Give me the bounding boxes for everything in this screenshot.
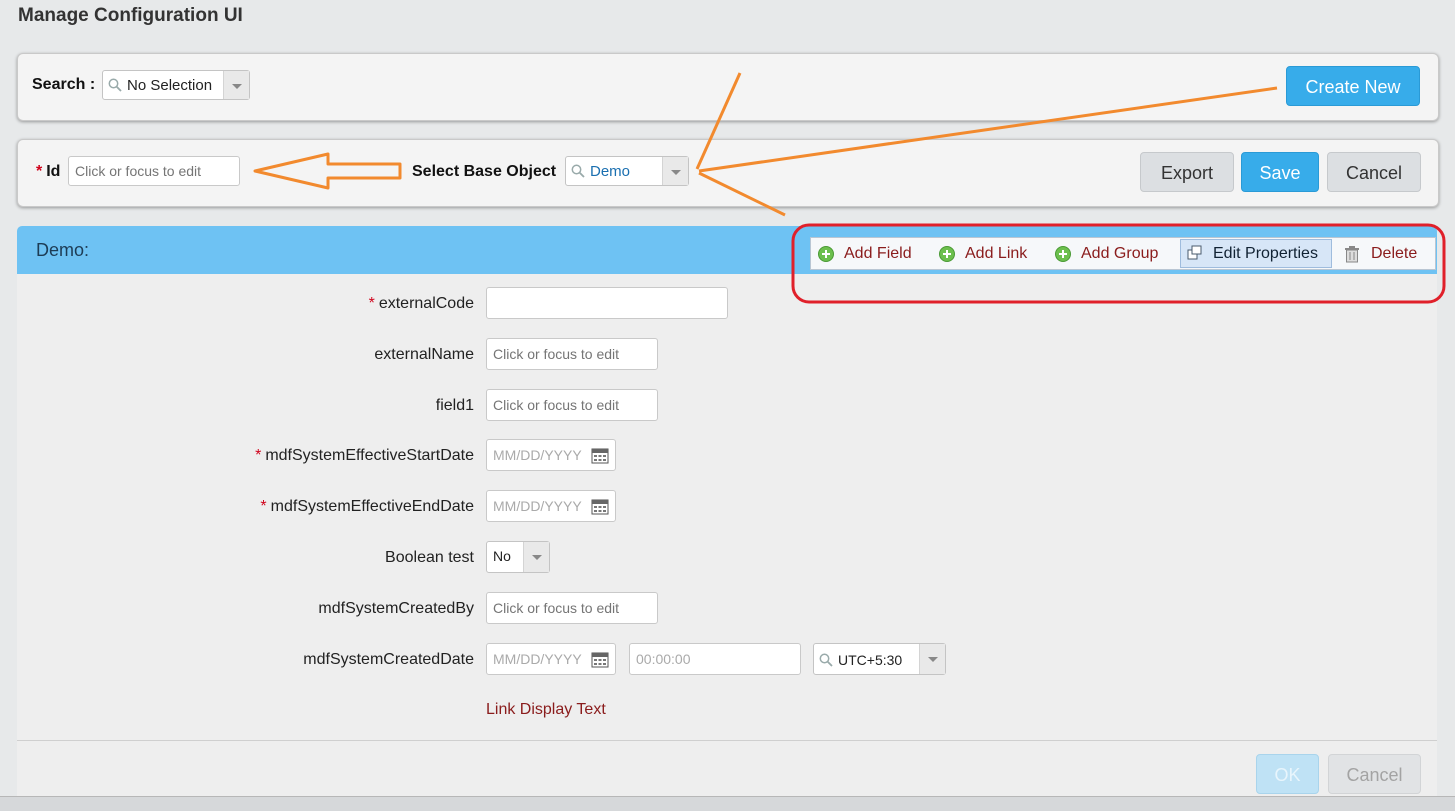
calendar-icon[interactable] — [591, 650, 609, 668]
search-panel: Search : No Selection Create New — [17, 53, 1439, 121]
created-date-input[interactable]: MM/DD/YYYY — [486, 643, 616, 675]
timezone-combobox[interactable]: UTC+5:30 — [813, 643, 946, 675]
start-date-label: * mdfSystemEffectiveStartDate — [255, 447, 474, 464]
externalcode-input[interactable] — [486, 287, 728, 319]
export-button[interactable]: Export — [1140, 152, 1234, 192]
chevron-down-icon[interactable] — [223, 71, 249, 99]
boolean-test-select[interactable]: No — [486, 541, 550, 573]
save-button[interactable]: Save — [1241, 152, 1319, 192]
cancel-button[interactable]: Cancel — [1327, 152, 1421, 192]
footer-divider — [17, 740, 1437, 741]
add-group-button[interactable]: Add Group — [1055, 238, 1170, 269]
externalname-label: externalName — [374, 346, 474, 363]
edit-properties-icon — [1187, 245, 1202, 260]
add-icon — [818, 246, 834, 262]
id-input[interactable] — [68, 156, 240, 186]
field1-input[interactable] — [486, 389, 658, 421]
created-by-input[interactable] — [486, 592, 658, 624]
demo-title: Demo: — [36, 240, 90, 260]
externalcode-label: * externalCode — [368, 295, 474, 312]
trash-icon — [1345, 246, 1359, 263]
timezone-value: UTC+5:30 — [838, 652, 903, 668]
id-label: * Id — [36, 163, 61, 180]
boolean-test-label: Boolean test — [385, 549, 474, 566]
chevron-down-icon[interactable] — [662, 157, 688, 185]
create-new-button[interactable]: Create New — [1286, 66, 1420, 106]
add-icon — [939, 246, 955, 262]
externalname-input[interactable] — [486, 338, 658, 370]
delete-button[interactable]: Delete — [1343, 238, 1433, 269]
search-icon — [108, 78, 122, 92]
base-object-label: Select Base Object — [412, 163, 557, 180]
search-combobox[interactable]: No Selection — [102, 70, 250, 100]
footer-cancel-button[interactable]: Cancel — [1328, 754, 1421, 794]
end-date-input[interactable]: MM/DD/YYYY — [486, 490, 616, 522]
field1-label: field1 — [435, 397, 474, 414]
add-icon — [1055, 246, 1071, 262]
created-date-label: mdfSystemCreatedDate — [303, 651, 474, 668]
search-value: No Selection — [127, 77, 213, 94]
bottom-scroll-strip — [0, 796, 1455, 811]
object-panel: *Id Select Base Object Demo Export Save … — [17, 139, 1439, 207]
calendar-icon[interactable] — [591, 446, 609, 464]
base-object-value: Demo — [590, 163, 631, 180]
demo-toolbar: Add Field Add Link Add Group Edit Proper… — [810, 237, 1436, 270]
chevron-down-icon[interactable] — [523, 542, 549, 572]
add-link-button[interactable]: Add Link — [939, 238, 1039, 269]
add-field-button[interactable]: Add Field — [818, 238, 928, 269]
created-by-label: mdfSystemCreatedBy — [318, 600, 474, 617]
search-label: Search : — [32, 76, 96, 93]
end-date-label: * mdfSystemEffectiveEndDate — [260, 498, 474, 515]
ok-button[interactable]: OK — [1256, 754, 1319, 794]
page-title: Manage Configuration UI — [18, 5, 243, 26]
boolean-test-value: No — [493, 548, 511, 564]
created-time-input[interactable]: 00:00:00 — [629, 643, 801, 675]
search-icon — [819, 653, 833, 667]
calendar-icon[interactable] — [591, 497, 609, 515]
link-display-text[interactable]: Link Display Text — [486, 701, 606, 719]
chevron-down-icon[interactable] — [919, 644, 945, 674]
start-date-input[interactable]: MM/DD/YYYY — [486, 439, 616, 471]
search-icon — [571, 164, 585, 178]
base-object-combobox[interactable]: Demo — [565, 156, 689, 186]
edit-properties-button[interactable]: Edit Properties — [1180, 239, 1332, 268]
